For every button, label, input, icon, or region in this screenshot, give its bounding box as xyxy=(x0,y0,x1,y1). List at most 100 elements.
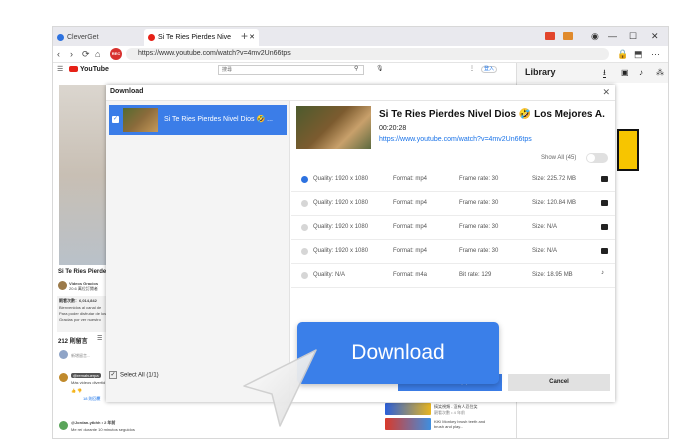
kebab-menu-icon[interactable]: ⋮ xyxy=(469,66,475,72)
select-all-label: Select All (1/1) xyxy=(120,372,159,379)
more-menu-icon[interactable]: ⋯ xyxy=(651,48,660,60)
user-avatar xyxy=(59,350,68,359)
format-radio[interactable] xyxy=(301,224,308,231)
home-icon[interactable]: ⌂ xyxy=(95,48,100,60)
big-download-button[interactable]: Download xyxy=(297,322,499,384)
show-all-toggle[interactable] xyxy=(586,153,608,163)
video-player[interactable] xyxy=(59,85,108,265)
url-input[interactable]: https://www.youtube.com/watch?v=4mv2Un66… xyxy=(126,48,609,60)
download-panel-icon[interactable]: ⬒ xyxy=(634,48,643,60)
tab-cleverget[interactable]: CleverGet xyxy=(53,29,143,46)
mic-icon[interactable]: 🎙 xyxy=(376,66,384,72)
cancel-button[interactable]: Cancel xyxy=(508,374,610,391)
item-title: Si Te Ries Pierdes Nivel Dios 🤣 ... xyxy=(164,116,273,123)
format-row[interactable]: Quality: 1920 x 1080 Format: mp4 Frame rat… xyxy=(291,192,615,216)
description-line: Gracias por ver nuestro xyxy=(59,317,101,322)
dialog-title: Download xyxy=(110,88,144,95)
format-row[interactable]: Quality: 1920 x 1080 Format: mp4 Frame rat… xyxy=(291,216,615,240)
video-icon[interactable]: ▣ xyxy=(621,69,629,77)
like-icon[interactable]: 👍 👎 xyxy=(71,388,82,393)
video-icon xyxy=(601,248,608,254)
record-button[interactable]: REC xyxy=(110,48,122,60)
format-size: Size: 120.84 MB xyxy=(532,200,577,206)
format-radio[interactable] xyxy=(301,248,308,255)
format-row[interactable]: Quality: 1920 x 1080 Format: mp4 Frame rat… xyxy=(291,168,615,192)
commenter-avatar xyxy=(59,373,68,382)
description-box[interactable]: 觀看次數：6,014,842 Bienvenidos al canal de P… xyxy=(57,296,107,332)
format-row[interactable]: Quality: N/A Format: m4a Bit rate: 129 Size… xyxy=(291,264,615,288)
format-type: Format: mp4 xyxy=(393,200,428,206)
side-video-meta: 觀看次數 • 4 年前 xyxy=(434,410,465,415)
youtube-logo-text: YouTube xyxy=(80,66,109,73)
cleverget-icon xyxy=(57,34,64,41)
channel-subscribers: 20.6 萬位訂閱者 xyxy=(69,286,98,291)
close-window-button[interactable]: ✕ xyxy=(651,30,659,42)
cursor-arrow-icon xyxy=(243,349,317,427)
tab-label: CleverGet xyxy=(67,34,99,41)
youtube-search-input[interactable]: 搜尋 xyxy=(218,65,364,75)
playlist-icon[interactable]: ⁂ xyxy=(656,69,664,77)
menu-icon[interactable]: ☰ xyxy=(57,66,63,73)
side-video-title[interactable]: 搞笑視頻 - 沒有人忍住笑 xyxy=(434,404,478,409)
gift-icon[interactable] xyxy=(563,32,573,40)
format-size: Size: 18.95 MB xyxy=(532,272,573,278)
side-video-thumbnail[interactable] xyxy=(385,418,431,430)
login-button[interactable]: 登入 xyxy=(481,66,498,73)
sort-icon[interactable]: ☰ xyxy=(97,336,102,342)
replies-link[interactable]: 18 則回覆 xyxy=(83,396,101,401)
url-text: https://www.youtube.com/watch?v=4mv2Un66… xyxy=(138,50,291,57)
audio-icon[interactable]: ♪ xyxy=(639,69,643,77)
format-rate: Frame rate: 30 xyxy=(459,200,499,206)
format-radio[interactable] xyxy=(301,200,308,207)
settings-icon[interactable]: ◉ xyxy=(591,30,599,42)
youtube-header: ☰ YouTube 搜尋 ⚲ 🎙 ⋮ 登入 xyxy=(53,63,518,77)
maximize-button[interactable]: ☐ xyxy=(629,30,637,42)
close-tab-icon[interactable]: ✕ xyxy=(249,29,255,46)
format-radio[interactable] xyxy=(301,176,308,183)
format-rate: Frame rate: 30 xyxy=(459,224,499,230)
format-radio[interactable] xyxy=(301,272,308,279)
library-header: Library ⭳ ▣ ♪ ⁂ xyxy=(517,63,668,83)
lock-icon[interactable]: 🔒 xyxy=(617,48,628,60)
comment-text: Me reí durante 10 minutos seguidos xyxy=(71,427,135,432)
address-bar: ‹ › ⟳ ⌂ REC https://www.youtube.com/watc… xyxy=(53,46,668,63)
item-thumbnail xyxy=(123,108,158,132)
description-line: Bienvenidos al canal de xyxy=(59,305,102,310)
forward-icon[interactable]: › xyxy=(70,48,73,60)
back-icon[interactable]: ‹ xyxy=(57,48,60,60)
new-tab-button[interactable]: + xyxy=(241,28,248,44)
search-icon[interactable]: ⚲ xyxy=(354,66,358,72)
reload-icon[interactable]: ⟳ xyxy=(82,48,90,60)
minimize-button[interactable]: — xyxy=(608,30,617,42)
select-all-checkbox[interactable]: ✓ Select All (1/1) xyxy=(109,371,159,380)
format-row[interactable]: Quality: 1920 x 1080 Format: mp4 Frame rat… xyxy=(291,240,615,264)
side-video-title[interactable]: KiKi Monkey brush teeth and brush and pl… xyxy=(434,419,494,429)
format-quality: Quality: 1920 x 1080 xyxy=(313,200,369,206)
cart-icon[interactable] xyxy=(545,32,555,40)
youtube-logo[interactable]: YouTube xyxy=(69,66,109,73)
close-dialog-icon[interactable]: ✕ xyxy=(602,87,610,98)
channel-avatar[interactable] xyxy=(58,281,67,290)
format-size: Size: N/A xyxy=(532,248,558,254)
comment-input[interactable]: 新增留言... xyxy=(71,353,90,358)
comment-author[interactable]: @remahuerpa xyxy=(71,373,101,378)
video-url[interactable]: https://www.youtube.com/watch?v=4mv2Un66… xyxy=(379,136,532,143)
queue-item[interactable]: ✓ Si Te Ries Pierdes Nivel Dios 🤣 ... xyxy=(109,105,287,135)
show-all-label: Show All (45) xyxy=(541,155,577,161)
video-title: Si Te Ries Pierdes xyxy=(58,269,110,275)
format-type: Format: mp4 xyxy=(393,224,428,230)
video-title: Si Te Ries Pierdes Nivel Dios 🤣 Los Mejo… xyxy=(379,109,605,120)
format-quality: Quality: 1920 x 1080 xyxy=(313,224,369,230)
comment-author[interactable]: @Jordan-ytbhh • 2 年前 xyxy=(71,420,115,425)
format-rate: Frame rate: 30 xyxy=(459,248,499,254)
item-checkbox[interactable]: ✓ xyxy=(112,116,119,123)
video-icon xyxy=(601,176,608,182)
format-type: Format: mp4 xyxy=(393,176,428,182)
youtube-icon xyxy=(148,34,155,41)
youtube-play-icon xyxy=(69,66,78,73)
comment-text: Más videos divertid xyxy=(71,380,106,385)
tab-label: Si Te Ries Pierdes Nive xyxy=(158,34,232,41)
download-icon[interactable]: ⭳ xyxy=(603,69,606,78)
tab-bar: CleverGet Si Te Ries Pierdes Nive ✕ + ◉ … xyxy=(53,27,668,46)
side-video-thumbnail[interactable] xyxy=(385,403,431,415)
